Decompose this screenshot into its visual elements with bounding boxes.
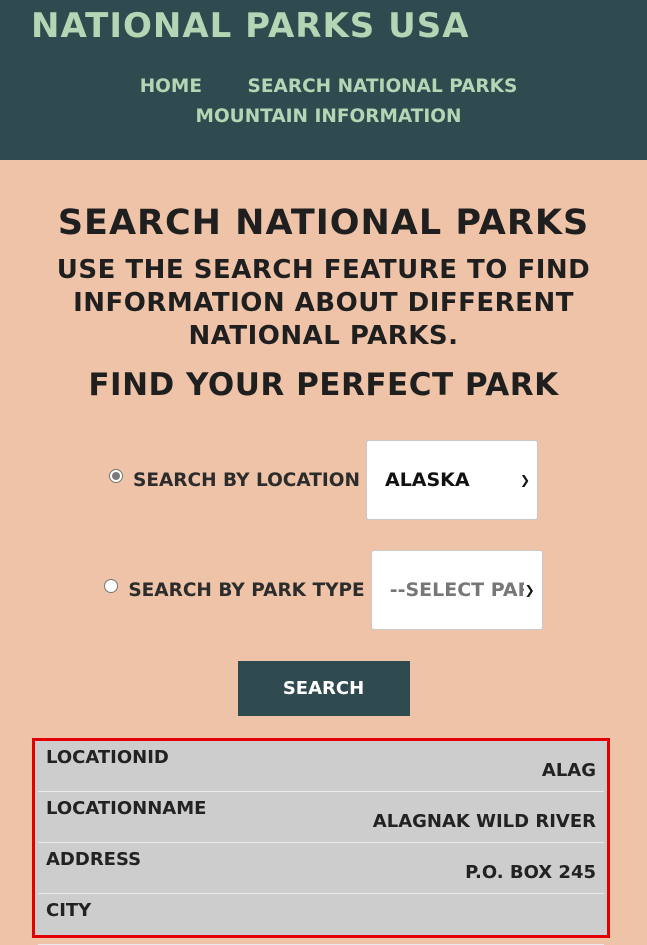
park-type-select-value: --Select Park Type--	[389, 579, 524, 601]
nav-search-parks-link[interactable]: Search National Parks	[248, 76, 518, 97]
result-key: City	[46, 900, 92, 921]
result-value: P.O. Box 245	[465, 862, 596, 883]
results-table: LocationID ALAG LocationName Alagnak Wil…	[32, 738, 610, 945]
table-row: LocationName Alagnak Wild River	[38, 792, 604, 843]
site-header: National Parks USA Home Search National …	[0, 0, 647, 160]
location-radio-label[interactable]: Search by Location	[133, 470, 360, 491]
location-select-value: Alaska	[384, 469, 470, 491]
page-subtitle: Use the search feature to find informati…	[56, 255, 591, 351]
location-search-row: Search by Location Alaska ❯	[0, 440, 647, 520]
find-park-heading: Find Your Perfect Park	[88, 367, 559, 403]
park-type-radio[interactable]	[104, 579, 119, 593]
result-value: ALAG	[541, 760, 596, 781]
result-key: LocationName	[46, 798, 207, 819]
search-button[interactable]: Search	[237, 661, 410, 716]
nav-mountain-info-link[interactable]: Mountain Information	[196, 106, 462, 127]
page-title: Search National Parks	[57, 203, 590, 243]
park-type-select[interactable]: --Select Park Type-- ❯	[370, 550, 543, 630]
nav-home-link[interactable]: Home	[140, 76, 202, 97]
chevron-down-icon: ❯	[519, 473, 531, 487]
table-row: Address P.O. Box 245	[38, 843, 604, 894]
site-title: National Parks USA	[31, 6, 470, 46]
park-type-radio-label[interactable]: Search by Park Type	[128, 580, 364, 601]
location-radio[interactable]	[109, 469, 123, 483]
chevron-down-icon: ❯	[524, 583, 535, 597]
result-key: Address	[46, 849, 142, 870]
result-key: LocationID	[46, 747, 169, 768]
main-nav: Home Search National Parks Mountain Info…	[40, 72, 617, 132]
park-type-search-row: Search by Park Type --Select Park Type--…	[0, 550, 647, 630]
result-value: Alagnak Wild River	[372, 811, 596, 832]
table-row: LocationID ALAG	[38, 741, 604, 792]
location-select[interactable]: Alaska ❯	[365, 440, 538, 520]
main-content: Search National Parks Use the search fea…	[0, 202, 647, 716]
